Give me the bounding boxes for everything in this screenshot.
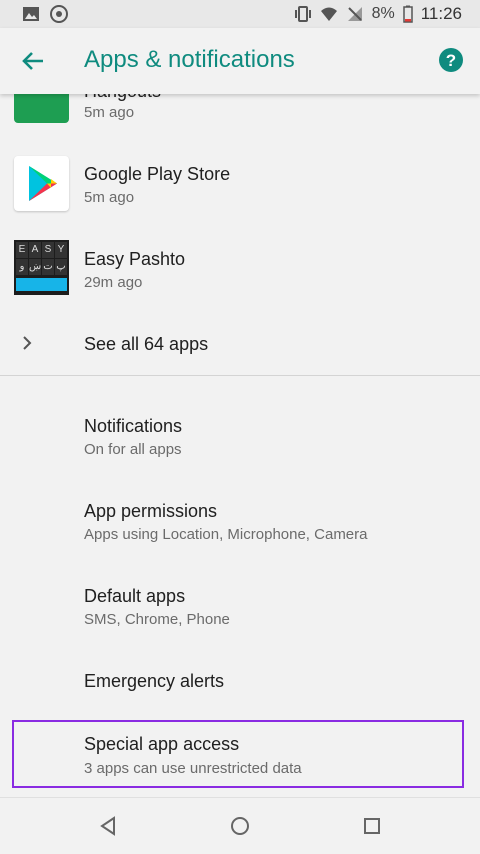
key-label: Y (55, 242, 67, 258)
clock: 11:26 (420, 4, 462, 23)
keyboard-spacebar (16, 278, 67, 291)
battery-low-icon (402, 5, 413, 23)
nav-home-icon[interactable] (228, 814, 252, 838)
see-all-apps-label: See all 64 apps (84, 334, 209, 354)
back-arrow-icon[interactable] (20, 48, 46, 74)
navigation-bar (0, 797, 480, 854)
setting-notifications[interactable]: Notifications On for all apps (0, 400, 480, 470)
chevron-right-icon (23, 336, 32, 350)
key-label: S (42, 242, 54, 258)
status-bar: 8% 11:26 (0, 0, 480, 28)
vibrate-icon (294, 6, 311, 22)
recent-app-time: 5m ago (84, 104, 135, 121)
section-divider (0, 375, 480, 376)
setting-subtitle: On for all apps (84, 441, 182, 458)
recent-app-time: 29m ago (84, 274, 143, 291)
key-label: پ (55, 259, 67, 275)
recent-app-google-play-store[interactable]: Google Play Store 5m ago (0, 145, 480, 225)
setting-subtitle: SMS, Chrome, Phone (84, 611, 230, 628)
setting-default-apps[interactable]: Default apps SMS, Chrome, Phone (0, 571, 480, 641)
key-label: E (16, 242, 28, 258)
key-label: و (16, 259, 28, 275)
nav-recents-icon[interactable] (360, 814, 384, 838)
nav-back-icon[interactable] (96, 814, 120, 838)
setting-subtitle: Apps using Location, Microphone, Camera (84, 526, 368, 543)
help-icon[interactable]: ? (438, 47, 464, 73)
setting-title: Notifications (84, 416, 183, 436)
setting-special-app-access[interactable]: Special app access 3 apps can use unrest… (14, 722, 462, 786)
image-notification-icon (23, 7, 39, 21)
setting-title: App permissions (84, 501, 218, 521)
setting-app-permissions[interactable]: App permissions Apps using Location, Mic… (0, 486, 480, 556)
easy-pashto-keyboard-icon: E A S Y و ښ ت پ (14, 240, 69, 295)
key-label: ښ (29, 259, 41, 275)
recent-app-time: 5m ago (84, 189, 135, 206)
recent-app-easy-pashto[interactable]: E A S Y و ښ ت پ Easy Pashto 29m ago (0, 230, 480, 310)
wifi-icon (320, 7, 337, 21)
play-store-icon (14, 156, 69, 211)
app-notification-icon (50, 5, 68, 23)
setting-title: Special app access (84, 734, 240, 754)
app-bar: Apps & notifications ? (0, 28, 480, 94)
see-all-apps-row[interactable]: See all 64 apps (0, 316, 480, 372)
recent-app-name: Easy Pashto (84, 249, 186, 269)
page-title: Apps & notifications (84, 46, 295, 73)
setting-emergency-alerts[interactable]: Emergency alerts (0, 656, 480, 712)
setting-title: Default apps (84, 586, 186, 606)
svg-text:?: ? (446, 51, 456, 70)
recent-app-name: Google Play Store (84, 164, 231, 184)
setting-title: Emergency alerts (84, 671, 225, 691)
setting-subtitle: 3 apps can use unrestricted data (84, 760, 302, 777)
battery-percent: 8% (371, 5, 395, 22)
key-label: ت (42, 259, 54, 275)
key-label: A (29, 242, 41, 258)
no-signal-icon (347, 7, 362, 21)
